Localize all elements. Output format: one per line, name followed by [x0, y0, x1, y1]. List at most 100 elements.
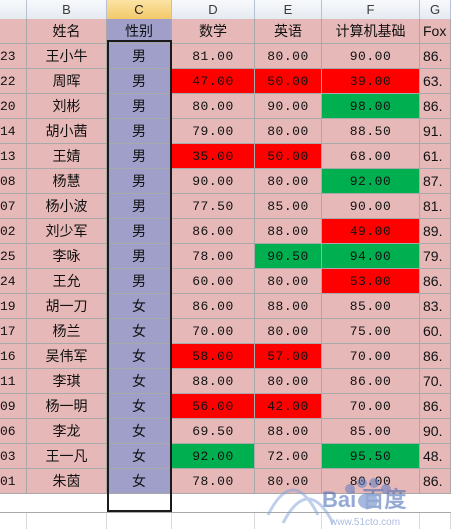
empty-cell[interactable] — [172, 513, 255, 529]
cell-fox[interactable]: 79. — [420, 244, 451, 269]
cell-fox[interactable]: 60. — [420, 319, 451, 344]
header-cell-english[interactable]: 英语 — [255, 19, 322, 44]
cell-computer[interactable]: 39.00 — [322, 69, 420, 94]
cell-name[interactable]: 王婧 — [27, 144, 107, 169]
cell-fox[interactable]: 90. — [420, 419, 451, 444]
cell-computer[interactable]: 88.50 — [322, 119, 420, 144]
cell-computer[interactable]: 68.00 — [322, 144, 420, 169]
cell-name[interactable]: 刘少军 — [27, 219, 107, 244]
cell-gender[interactable]: 男 — [107, 194, 172, 219]
cell-math[interactable]: 81.00 — [172, 44, 255, 69]
cell-fox[interactable]: 48. — [420, 444, 451, 469]
cell-gender[interactable]: 男 — [107, 169, 172, 194]
cell-id[interactable]: 14 — [0, 119, 27, 144]
cell-id[interactable]: 11 — [0, 369, 27, 394]
cell-english[interactable]: 80.00 — [255, 169, 322, 194]
cell-gender[interactable]: 男 — [107, 94, 172, 119]
column-header-d[interactable]: D — [172, 0, 255, 20]
cell-math[interactable]: 35.00 — [172, 144, 255, 169]
cell-english[interactable]: 90.50 — [255, 244, 322, 269]
cell-gender[interactable]: 男 — [107, 119, 172, 144]
cell-math[interactable]: 92.00 — [172, 444, 255, 469]
cell-fox[interactable]: 91. — [420, 119, 451, 144]
cell-computer[interactable]: 49.00 — [322, 219, 420, 244]
cell-english[interactable]: 88.00 — [255, 419, 322, 444]
empty-cell[interactable] — [0, 513, 27, 529]
cell-id[interactable]: 07 — [0, 194, 27, 219]
cell-math[interactable]: 88.00 — [172, 369, 255, 394]
cell-computer[interactable]: 75.00 — [322, 319, 420, 344]
cell-gender[interactable]: 男 — [107, 144, 172, 169]
cell-fox[interactable]: 89. — [420, 219, 451, 244]
header-cell-computer[interactable]: 计算机基础 — [322, 19, 420, 44]
cell-id[interactable]: 24 — [0, 269, 27, 294]
cell-id[interactable]: 22 — [0, 69, 27, 94]
cell-name[interactable]: 刘彬 — [27, 94, 107, 119]
column-header-c[interactable]: C — [107, 0, 172, 20]
cell-math[interactable]: 47.00 — [172, 69, 255, 94]
cell-english[interactable]: 85.00 — [255, 194, 322, 219]
cell-computer[interactable]: 70.00 — [322, 394, 420, 419]
cell-computer[interactable]: 85.00 — [322, 419, 420, 444]
cell-id[interactable]: 03 — [0, 444, 27, 469]
cell-english[interactable]: 72.00 — [255, 444, 322, 469]
cell-english[interactable]: 80.00 — [255, 44, 322, 69]
cell-id[interactable]: 20 — [0, 94, 27, 119]
cell-computer[interactable]: 80.00 — [322, 469, 420, 494]
cell-name[interactable]: 吴伟军 — [27, 344, 107, 369]
cell-gender[interactable]: 女 — [107, 444, 172, 469]
cell-english[interactable]: 42.00 — [255, 394, 322, 419]
cell-gender[interactable]: 女 — [107, 319, 172, 344]
cell-name[interactable]: 王小牛 — [27, 44, 107, 69]
cell-id[interactable]: 09 — [0, 394, 27, 419]
cell-gender[interactable]: 女 — [107, 369, 172, 394]
column-header-b[interactable]: B — [27, 0, 107, 20]
header-cell-fox[interactable]: Fox — [420, 19, 451, 44]
cell-english[interactable]: 90.00 — [255, 94, 322, 119]
cell-gender[interactable]: 男 — [107, 244, 172, 269]
cell-fox[interactable]: 61. — [420, 144, 451, 169]
cell-id[interactable]: 16 — [0, 344, 27, 369]
cell-fox[interactable]: 87. — [420, 169, 451, 194]
empty-cell[interactable] — [27, 513, 107, 529]
cell-math[interactable]: 79.00 — [172, 119, 255, 144]
cell-computer[interactable]: 94.00 — [322, 244, 420, 269]
empty-cell[interactable] — [322, 513, 420, 529]
empty-cell[interactable] — [107, 513, 172, 529]
cell-id[interactable]: 08 — [0, 169, 27, 194]
column-header-g[interactable]: G — [420, 0, 451, 20]
cell-fox[interactable]: 86. — [420, 44, 451, 69]
cell-english[interactable]: 88.00 — [255, 219, 322, 244]
cell-id[interactable]: 02 — [0, 219, 27, 244]
cell-gender[interactable]: 女 — [107, 469, 172, 494]
cell-english[interactable]: 50.00 — [255, 69, 322, 94]
cell-math[interactable]: 56.00 — [172, 394, 255, 419]
header-cell-gender[interactable]: 性别 — [107, 19, 172, 44]
cell-id[interactable]: 06 — [0, 419, 27, 444]
cell-math[interactable]: 90.00 — [172, 169, 255, 194]
cell-name[interactable]: 朱茵 — [27, 469, 107, 494]
cell-math[interactable]: 70.00 — [172, 319, 255, 344]
cell-fox[interactable]: 86. — [420, 394, 451, 419]
cell-gender[interactable]: 女 — [107, 394, 172, 419]
cell-fox[interactable]: 70. — [420, 369, 451, 394]
empty-cell[interactable] — [420, 513, 451, 529]
cell-name[interactable]: 杨小波 — [27, 194, 107, 219]
cell-computer[interactable]: 95.50 — [322, 444, 420, 469]
cell-name[interactable]: 杨一明 — [27, 394, 107, 419]
cell-id[interactable]: 01 — [0, 469, 27, 494]
cell-math[interactable]: 60.00 — [172, 269, 255, 294]
cell-gender[interactable]: 男 — [107, 269, 172, 294]
cell-math[interactable]: 78.00 — [172, 469, 255, 494]
cell-id[interactable]: 13 — [0, 144, 27, 169]
cell-gender[interactable]: 女 — [107, 294, 172, 319]
cell-english[interactable]: 57.00 — [255, 344, 322, 369]
cell-fox[interactable]: 81. — [420, 194, 451, 219]
cell-fox[interactable]: 83. — [420, 294, 451, 319]
cell-english[interactable]: 80.00 — [255, 469, 322, 494]
cell-fox[interactable]: 86. — [420, 94, 451, 119]
cell-gender[interactable]: 男 — [107, 44, 172, 69]
header-cell-id[interactable] — [0, 19, 27, 44]
cell-id[interactable]: 23 — [0, 44, 27, 69]
cell-fox[interactable]: 86. — [420, 469, 451, 494]
